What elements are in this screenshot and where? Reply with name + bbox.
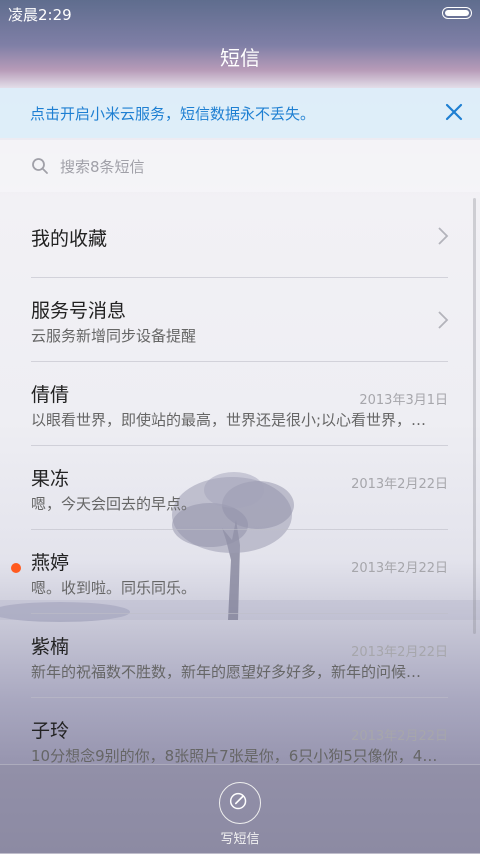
- compose-button[interactable]: [219, 782, 261, 824]
- favorites-label: 我的收藏: [31, 228, 108, 250]
- contact-name: 燕婷: [31, 552, 70, 574]
- chevron-right-icon: [438, 311, 449, 329]
- message-preview: 10分想念9别的你，8张照片7张是你，6只小狗5只像你，4…: [31, 747, 438, 764]
- message-date: 2013年2月22日: [351, 645, 448, 660]
- message-date: 2013年2月22日: [351, 477, 448, 492]
- message-preview: 以眼看世界，即使站的最高，世界还是很小;以心看世界，…: [31, 411, 427, 429]
- compose-label[interactable]: 写短信: [0, 828, 480, 847]
- status-bar: 凌晨2:29: [0, 0, 480, 28]
- contact-name: 倩倩: [31, 384, 70, 406]
- conversation-row[interactable]: 燕婷 2013年2月22日 嗯。收到啦。同乐同乐。: [0, 530, 480, 614]
- service-label: 服务号消息: [31, 300, 127, 322]
- conversation-row[interactable]: 紫楠 2013年2月22日 新年的祝福数不胜数，新年的愿望好多好多，新年的问候…: [0, 614, 480, 698]
- message-preview: 嗯。收到啦。同乐同乐。: [31, 579, 197, 597]
- bottom-bar: 写短信: [0, 764, 480, 854]
- service-subtitle: 云服务新增同步设备提醒: [31, 327, 197, 345]
- close-icon[interactable]: [442, 100, 466, 124]
- conversation-row[interactable]: 子玲 2013年2月22日 10分想念9别的你，8张照片7张是你，6只小狗5只像…: [0, 698, 480, 764]
- message-date: 2013年2月22日: [351, 561, 448, 576]
- compose-icon: [229, 792, 247, 810]
- conversation-row[interactable]: 果冻 2013年2月22日 嗯，今天会回去的早点。: [0, 446, 480, 530]
- contact-name: 果冻: [31, 468, 70, 490]
- search-bar[interactable]: [0, 140, 480, 192]
- message-preview: 嗯，今天会回去的早点。: [31, 495, 197, 513]
- banner-text[interactable]: 点击开启小米云服务，短信数据永不丢失。: [30, 103, 315, 124]
- message-date: 2013年3月1日: [359, 393, 448, 408]
- search-input[interactable]: [58, 153, 442, 181]
- message-preview: 新年的祝福数不胜数，新年的愿望好多好多，新年的问候…: [31, 663, 422, 681]
- battery-icon: [442, 7, 472, 19]
- chevron-right-icon: [438, 227, 449, 245]
- message-list: 我的收藏 服务号消息 云服务新增同步设备提醒 倩倩 2013年3月1日 以眼看世…: [0, 194, 480, 764]
- message-date: 2013年2月22日: [351, 729, 448, 744]
- contact-name: 紫楠: [31, 636, 70, 658]
- cloud-service-banner[interactable]: 点击开启小米云服务，短信数据永不丢失。: [0, 88, 480, 138]
- status-time: 凌晨2:29: [8, 6, 72, 24]
- contact-name: 子玲: [31, 720, 70, 742]
- conversation-row[interactable]: 倩倩 2013年3月1日 以眼看世界，即使站的最高，世界还是很小;以心看世界，…: [0, 362, 480, 446]
- search-icon: [32, 158, 48, 174]
- page-title: 短信: [220, 46, 260, 70]
- unread-dot: [11, 563, 21, 573]
- scrollbar[interactable]: [473, 198, 476, 634]
- service-messages-row[interactable]: 服务号消息 云服务新增同步设备提醒: [0, 278, 480, 362]
- favorites-row[interactable]: 我的收藏: [0, 194, 480, 278]
